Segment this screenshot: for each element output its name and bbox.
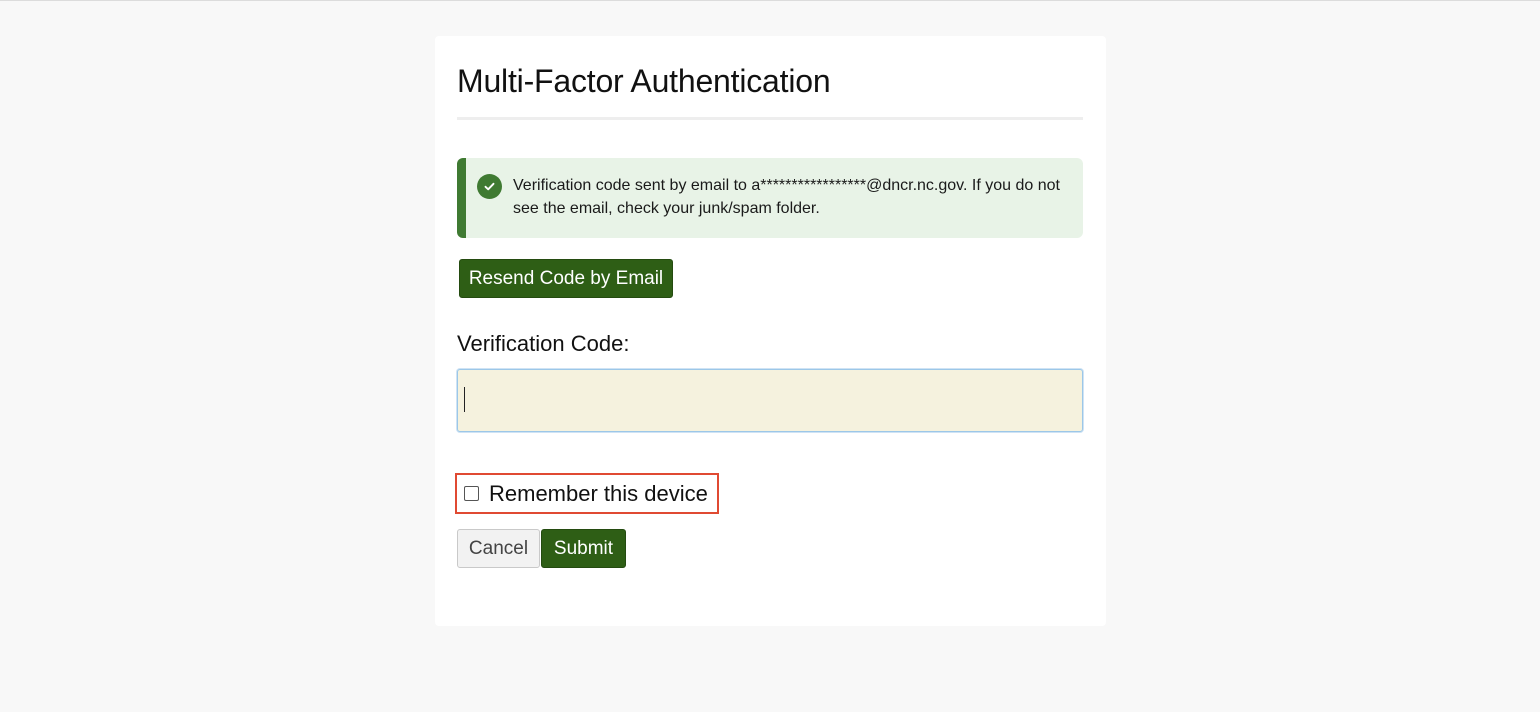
remember-device-label[interactable]: Remember this device — [489, 481, 708, 507]
check-circle-icon — [477, 174, 502, 199]
page-title: Multi-Factor Authentication — [457, 63, 831, 99]
alert-message: Verification code sent by email to a****… — [513, 177, 1060, 217]
resend-code-button[interactable]: Resend Code by Email — [459, 259, 673, 298]
verification-code-input[interactable] — [457, 369, 1083, 432]
remember-device-checkbox[interactable] — [464, 486, 479, 501]
mfa-card: Multi-Factor Authentication Verification… — [435, 36, 1106, 626]
submit-button[interactable]: Submit — [541, 529, 626, 568]
title-divider — [457, 117, 1083, 120]
remember-device-option[interactable]: Remember this device — [455, 473, 719, 514]
text-caret — [464, 387, 465, 412]
cancel-button[interactable]: Cancel — [457, 529, 540, 568]
verification-code-label: Verification Code: — [457, 331, 630, 356]
success-alert: Verification code sent by email to a****… — [457, 158, 1083, 238]
